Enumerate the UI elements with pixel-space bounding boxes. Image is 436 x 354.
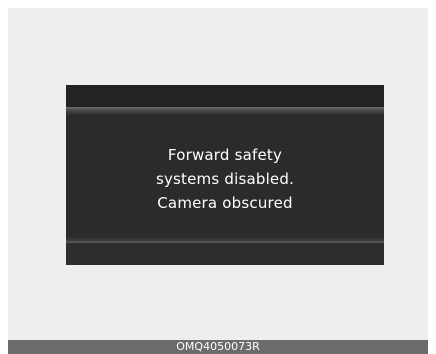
figure-code: OMQ4050073R (176, 340, 260, 353)
warning-message-line-3: Camera obscured (157, 194, 293, 212)
display-top-band (66, 85, 384, 107)
figure-caption-bar: OMQ4050073R (8, 340, 428, 354)
figure-frame: Forward safety systems disabled. Camera … (8, 8, 428, 340)
display-top-edge (66, 107, 384, 115)
display-bottom-band (66, 243, 384, 265)
warning-message-line-2: systems disabled. (155, 170, 295, 188)
cluster-display-screen: Forward safety systems disabled. Camera … (66, 85, 384, 265)
warning-message-line-1: Forward safety (167, 146, 283, 164)
warning-message: Forward safety systems disabled. Camera … (66, 143, 384, 215)
